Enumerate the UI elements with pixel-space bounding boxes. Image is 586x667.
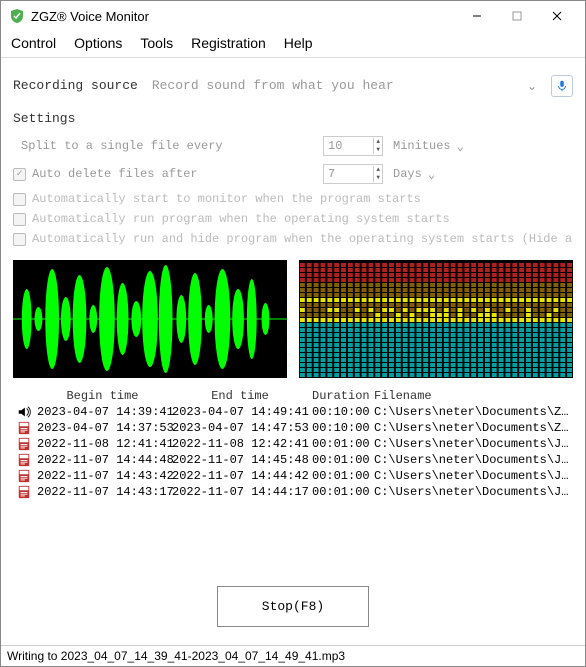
settings-header: Settings <box>13 111 573 126</box>
col-begin: Begin time <box>35 388 170 404</box>
cell-dur: 00:10:00 <box>310 404 372 420</box>
cell-dur: 00:10:00 <box>310 420 372 436</box>
col-duration: Duration <box>310 388 372 404</box>
table-row[interactable]: 2022-11-07 14:43:422022-11-07 14:44:4200… <box>13 468 573 484</box>
cell-end: 2022-11-07 14:45:48 <box>170 452 310 468</box>
menu-bar: Control Options Tools Registration Help <box>1 31 585 58</box>
cell-dur: 00:01:00 <box>310 436 372 452</box>
cell-begin: 2023-04-07 14:37:53 <box>35 420 170 436</box>
cell-begin: 2022-11-07 14:43:17 <box>35 484 170 500</box>
waveform-visualizer <box>13 260 287 378</box>
table-row[interactable]: 2022-11-07 14:44:482022-11-07 14:45:4800… <box>13 452 573 468</box>
chevron-down-icon: ⌄ <box>527 79 537 93</box>
autodelete-value: 7 <box>324 167 373 181</box>
table-row[interactable]: 2022-11-07 14:43:172022-11-07 14:44:1700… <box>13 484 573 500</box>
split-label: Split to a single file every <box>13 139 313 153</box>
cell-dur: 00:01:00 <box>310 484 372 500</box>
cell-end: 2022-11-07 14:44:42 <box>170 468 310 484</box>
cell-begin: 2022-11-07 14:43:42 <box>35 468 170 484</box>
cell-end: 2023-04-07 14:49:41 <box>170 404 310 420</box>
cell-file: C:\Users\neter\Documents\JFY ... <box>372 468 573 484</box>
menu-control[interactable]: Control <box>11 35 56 51</box>
stop-button[interactable]: Stop(F8) <box>217 586 369 627</box>
autodelete-unit-select[interactable]: Days⌄ <box>393 167 473 182</box>
menu-registration[interactable]: Registration <box>191 35 266 51</box>
table-row[interactable]: 2022-11-08 12:41:412022-11-08 12:42:4100… <box>13 436 573 452</box>
autodelete-value-spinner[interactable]: 7 ▲▼ <box>323 164 383 184</box>
spinner-down-icon[interactable]: ▼ <box>373 146 382 154</box>
cell-begin: 2022-11-07 14:44:48 <box>35 452 170 468</box>
cell-begin: 2022-11-08 12:41:41 <box>35 436 170 452</box>
cell-file: C:\Users\neter\Documents\ZGZ ... <box>372 420 573 436</box>
chevron-down-icon: ⌄ <box>457 139 464 154</box>
app-shield-icon <box>9 8 25 24</box>
autostart-monitor-checkbox[interactable] <box>13 193 26 206</box>
menu-options[interactable]: Options <box>74 35 122 51</box>
chevron-down-icon: ⌄ <box>428 167 435 182</box>
spinner-down-icon[interactable]: ▼ <box>373 174 382 182</box>
microphone-icon <box>555 79 569 93</box>
spectrum-visualizer <box>299 260 573 378</box>
speaker-icon <box>13 404 35 420</box>
autodelete-label: Auto delete files after <box>32 167 198 181</box>
cell-end: 2023-04-07 14:47:53 <box>170 420 310 436</box>
split-value: 10 <box>324 139 373 153</box>
split-unit-select[interactable]: Minitues⌄ <box>393 139 473 154</box>
recording-source-select[interactable]: Record sound from what you hear <box>146 74 519 97</box>
file-icon <box>13 468 35 484</box>
window-title: ZGZ® Voice Monitor <box>31 9 451 24</box>
cell-file: C:\Users\neter\Documents\JFY ... <box>372 452 573 468</box>
col-filename: Filename <box>372 388 573 404</box>
cell-dur: 00:01:00 <box>310 468 372 484</box>
cell-dur: 00:01:00 <box>310 452 372 468</box>
table-row[interactable]: 2023-04-07 14:39:412023-04-07 14:49:4100… <box>13 404 573 420</box>
minimize-button[interactable] <box>457 2 497 30</box>
autodelete-checkbox[interactable] <box>13 168 26 181</box>
menu-help[interactable]: Help <box>284 35 313 51</box>
window-controls <box>457 2 577 30</box>
spinner-up-icon[interactable]: ▲ <box>373 138 382 146</box>
status-text: Writing to 2023_04_07_14_39_41-2023_04_0… <box>7 649 345 663</box>
split-value-spinner[interactable]: 10 ▲▼ <box>323 136 383 156</box>
maximize-button[interactable] <box>497 2 537 30</box>
file-icon <box>13 452 35 468</box>
file-icon <box>13 484 35 500</box>
cell-file: C:\Users\neter\Documents\JFY ... <box>372 484 573 500</box>
autorun-os-checkbox[interactable] <box>13 213 26 226</box>
menu-tools[interactable]: Tools <box>140 35 173 51</box>
file-icon <box>13 436 35 452</box>
cell-end: 2022-11-07 14:44:17 <box>170 484 310 500</box>
autostart-monitor-label: Automatically start to monitor when the … <box>32 192 421 206</box>
device-settings-button[interactable] <box>551 75 573 97</box>
recording-source-label: Recording source <box>13 78 138 93</box>
recordings-table: Begin time End time Duration Filename 20… <box>13 388 573 568</box>
col-end: End time <box>170 388 310 404</box>
autorun-hide-label: Automatically run and hide program when … <box>32 232 573 246</box>
status-bar: Writing to 2023_04_07_14_39_41-2023_04_0… <box>1 645 585 666</box>
cell-file: C:\Users\neter\Documents\JFY ... <box>372 436 573 452</box>
autorun-hide-checkbox[interactable] <box>13 233 26 246</box>
cell-begin: 2023-04-07 14:39:41 <box>35 404 170 420</box>
cell-file: C:\Users\neter\Documents\ZGZ ... <box>372 404 573 420</box>
recording-source-value: Record sound from what you hear <box>152 78 394 93</box>
table-row[interactable]: 2023-04-07 14:37:532023-04-07 14:47:5300… <box>13 420 573 436</box>
cell-end: 2022-11-08 12:42:41 <box>170 436 310 452</box>
close-button[interactable] <box>537 2 577 30</box>
autorun-os-label: Automatically run program when the opera… <box>32 212 450 226</box>
title-bar: ZGZ® Voice Monitor <box>1 1 585 31</box>
file-icon <box>13 420 35 436</box>
spinner-up-icon[interactable]: ▲ <box>373 166 382 174</box>
